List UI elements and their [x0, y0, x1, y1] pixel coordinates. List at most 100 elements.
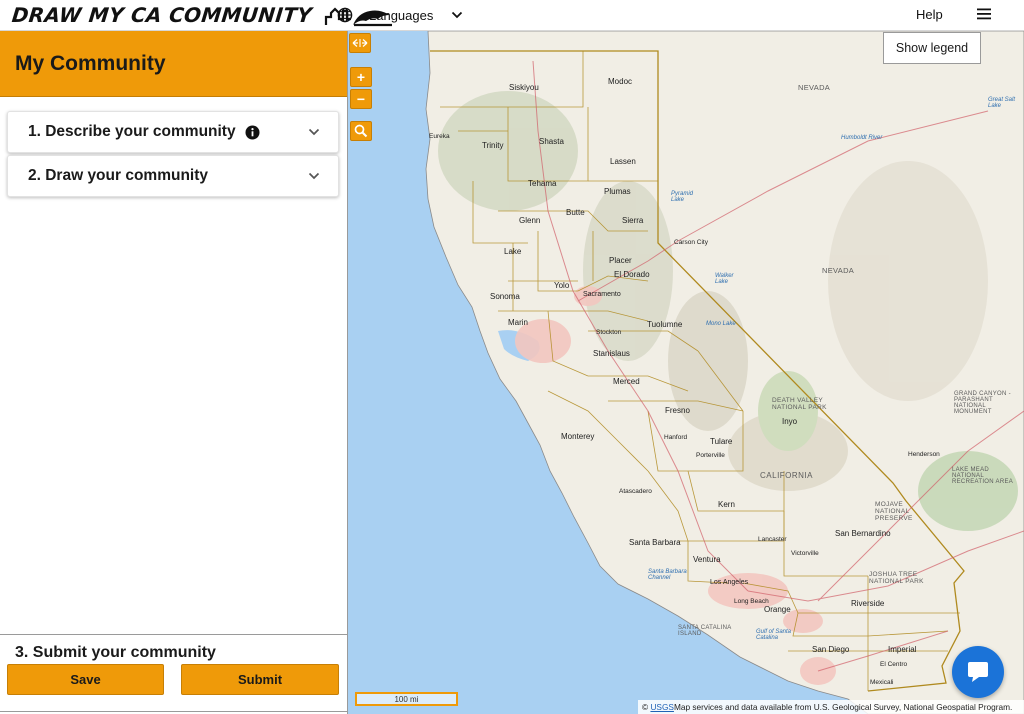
globe-icon [337, 7, 353, 23]
place-label: Henderson [908, 451, 940, 458]
county-label: Butte [566, 208, 585, 217]
place-label: El Centro [880, 661, 908, 668]
logo-text: DRAW MY CA COMMUNITY [10, 3, 314, 27]
zoom-out-button[interactable]: − [350, 89, 372, 109]
accordion-label: 2. Draw your community [28, 167, 209, 184]
water-label: Gulf of Santa Catalina [756, 629, 792, 641]
county-label: Riverside [851, 599, 885, 608]
county-label: Glenn [519, 216, 541, 225]
county-label: Stanislaus [593, 349, 630, 358]
region-label: NEVADA [798, 83, 831, 92]
zoom-in-button[interactable]: + [350, 67, 372, 87]
chevron-down-icon [308, 128, 320, 136]
place-label: Eureka [429, 133, 450, 140]
water-label: Mono Lake [706, 321, 736, 327]
draw-community-accordion[interactable]: 2. Draw your community [7, 155, 339, 197]
water-label: Santa Barbara Channel [648, 569, 687, 581]
county-label: Orange [764, 605, 791, 614]
submit-button[interactable]: Submit [181, 664, 339, 695]
map-scale-bar: 100 mi [355, 692, 458, 706]
region-label: CALIFORNIA [760, 471, 814, 480]
county-label: Tuolumne [647, 320, 683, 329]
county-label: Plumas [604, 187, 631, 196]
county-label: San Bernardino [835, 529, 891, 538]
region-label: LAKE MEAD NATIONAL RECREATION AREA [952, 467, 1014, 485]
region-label: SANTA CATALINA ISLAND [678, 625, 732, 637]
panel-header: My Community [0, 31, 347, 97]
county-label: Fresno [665, 406, 690, 415]
usgs-link[interactable]: USGS [650, 702, 674, 712]
region-label: GRAND CANYON - PARASHANT NATIONAL MONUME… [954, 391, 1011, 415]
place-label: Inyo [782, 417, 798, 426]
languages-label: Languages [369, 7, 434, 23]
chat-bubble-icon [968, 662, 988, 682]
map-attribution: © USGSMap services and data available fr… [638, 700, 1024, 714]
place-label: Stockton [596, 329, 622, 336]
water-label: Great Salt Lake [988, 97, 1016, 109]
county-label: Imperial [888, 645, 917, 654]
county-label: Sonoma [490, 292, 520, 301]
place-label: Mexicali [870, 679, 894, 686]
county-label: Tulare [710, 437, 733, 446]
help-link[interactable]: Help [916, 7, 943, 22]
region-label: DEATH VALLEY NATIONAL PARK [772, 397, 827, 411]
search-map-button[interactable] [350, 121, 372, 141]
county-label: Lassen [610, 157, 636, 166]
place-label: Atascadero [619, 488, 652, 495]
accordion-label: 1. Describe your community [28, 123, 236, 140]
search-icon [354, 124, 368, 138]
region-label: JOSHUA TREE NATIONAL PARK [869, 571, 924, 585]
expand-map-button[interactable] [349, 33, 371, 53]
county-label: Sierra [622, 216, 644, 225]
county-label: Tehama [528, 179, 557, 188]
community-panel: My Community 1. Describe your community … [0, 31, 348, 714]
expand-arrows-icon [352, 39, 368, 47]
county-label: Marin [508, 318, 529, 327]
county-label: San Diego [812, 645, 850, 654]
county-label: Sacramento [583, 291, 621, 298]
info-icon[interactable] [245, 125, 260, 140]
map-view[interactable]: Siskiyou Modoc Trinity Shasta Lassen Teh… [348, 31, 1024, 714]
submit-section: 3. Submit your community Save Submit [0, 634, 347, 714]
county-label: Placer [609, 256, 632, 265]
chevron-down-icon [452, 11, 463, 19]
county-label: Merced [613, 377, 640, 386]
place-label: Hanford [664, 434, 688, 441]
county-label: Santa Barbara [629, 538, 681, 547]
county-label: El Dorado [614, 270, 650, 279]
county-label: Modoc [608, 77, 633, 86]
submit-section-title: 3. Submit your community [15, 644, 216, 661]
place-label: Long Beach [734, 598, 769, 605]
place-label: Carson City [674, 239, 708, 246]
panel-title: My Community [15, 51, 166, 75]
scale-label: 100 mi [394, 694, 419, 704]
region-label: NEVADA [822, 266, 855, 275]
chat-button[interactable] [952, 646, 1004, 698]
region-label: MOJAVE NATIONAL PRESERVE [875, 501, 913, 522]
county-label: Trinity [482, 141, 504, 150]
county-label: Monterey [561, 432, 595, 441]
place-label: Porterville [696, 452, 725, 459]
chevron-down-icon [308, 172, 320, 180]
county-label: Ventura [693, 555, 721, 564]
county-label: Los Angeles [710, 579, 749, 586]
county-label: Lake [504, 247, 522, 256]
place-label: Victorville [791, 550, 819, 557]
attribution-text: Map services and data available from U.S… [673, 702, 1013, 712]
water-label: Humboldt River [841, 135, 883, 141]
attribution-copyright: © [642, 702, 649, 712]
panel-divider [0, 711, 347, 712]
water-label: Pyramid Lake [671, 191, 694, 203]
county-label: Shasta [539, 137, 564, 146]
county-label: Siskiyou [509, 83, 539, 92]
county-label: Kern [718, 500, 735, 509]
water-label: Walker Lake [715, 273, 734, 285]
show-legend-button[interactable]: Show legend [883, 32, 981, 64]
place-label: Lancaster [758, 536, 787, 543]
describe-community-accordion[interactable]: 1. Describe your community [7, 111, 339, 153]
county-label: Yolo [554, 281, 570, 290]
save-button[interactable]: Save [7, 664, 164, 695]
languages-dropdown[interactable]: Languages [337, 4, 463, 26]
top-navigation-bar: DRAW MY CA COMMUNITY Languages Help [0, 0, 1024, 31]
hamburger-menu-icon[interactable] [976, 7, 992, 21]
